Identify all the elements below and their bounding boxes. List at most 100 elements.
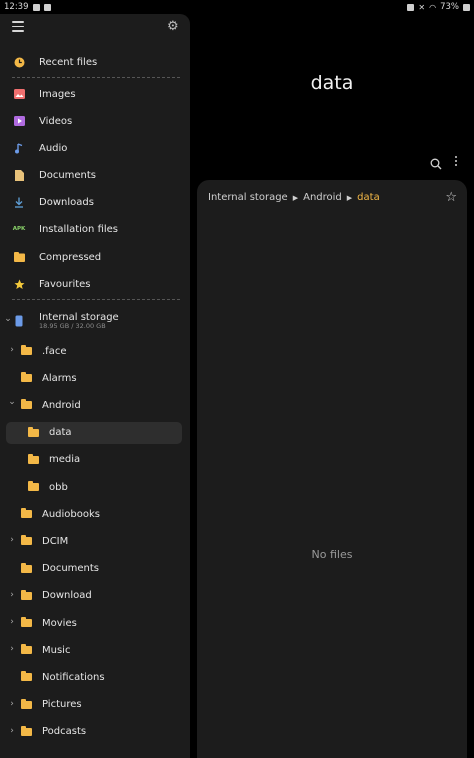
battery-icon xyxy=(463,3,470,11)
folder-label: Notifications xyxy=(42,671,105,683)
sidebar-item-recent-files[interactable]: Recent files xyxy=(6,49,182,75)
folder-icon xyxy=(21,589,32,600)
phone-storage-icon xyxy=(12,314,26,328)
apk-icon: APK xyxy=(12,226,26,232)
chevron-right-icon[interactable]: › xyxy=(7,535,17,545)
folder-tree-item[interactable]: › Download xyxy=(6,585,182,607)
folder-label: obb xyxy=(49,481,68,493)
folder-icon xyxy=(21,535,32,546)
folder-tree-item[interactable]: Alarms xyxy=(6,367,182,389)
folder-tree-item[interactable]: › Pictures xyxy=(6,694,182,716)
menu-icon[interactable] xyxy=(12,21,24,33)
sidebar-item-label: Recent files xyxy=(39,56,98,68)
folder-icon xyxy=(28,453,39,464)
folder-icon xyxy=(21,644,32,655)
folder-tree-item[interactable]: ⌄ Android xyxy=(6,394,182,416)
folder-icon xyxy=(21,725,32,736)
search-icon[interactable] xyxy=(430,155,442,170)
sidebar-item-internal-storage[interactable]: ⌄ Internal storage 18.95 GB / 32.00 GB xyxy=(3,307,182,335)
page-title: data xyxy=(310,72,354,94)
folder-tree-item[interactable]: › DCIM xyxy=(6,530,182,552)
folder-label: Pictures xyxy=(42,699,82,711)
battery-level: 73% xyxy=(440,2,459,12)
folder-tree-item[interactable]: obb xyxy=(6,476,182,498)
sidebar-item-videos[interactable]: Videos xyxy=(6,108,182,134)
folder-tree-item[interactable]: › Music xyxy=(6,639,182,661)
sidebar-item-label: Compressed xyxy=(39,251,102,263)
folder-tree-item[interactable]: Audiobooks xyxy=(6,503,182,525)
document-icon xyxy=(12,168,26,182)
more-options-icon[interactable] xyxy=(452,154,460,168)
storage-usage: 18.95 GB / 32.00 GB xyxy=(39,321,106,330)
download-icon xyxy=(12,195,26,209)
folder-tree-item[interactable]: data xyxy=(6,421,182,444)
sidebar-item-label: Audio xyxy=(39,142,68,154)
sidebar-item-label: Installation files xyxy=(39,223,119,235)
folder-tree-item[interactable]: › Movies xyxy=(6,612,182,634)
folder-icon xyxy=(28,426,39,437)
breadcrumb-separator-icon: ▶ xyxy=(346,193,353,202)
chevron-right-icon[interactable]: › xyxy=(7,699,17,709)
folder-tree-item[interactable]: › Podcasts xyxy=(6,721,182,743)
breadcrumb: Internal storage ▶ Android ▶ data xyxy=(208,192,380,203)
folder-label: Documents xyxy=(42,563,100,575)
sidebar-item-compressed[interactable]: Compressed xyxy=(6,244,182,270)
folder-label: .face xyxy=(42,345,67,357)
folder-label: media xyxy=(49,454,81,466)
sidebar-header: ⚙ xyxy=(0,14,190,42)
notification-icon xyxy=(32,3,40,11)
folder-icon xyxy=(21,671,32,682)
folder-icon xyxy=(21,372,32,383)
folder-label: Download xyxy=(42,590,92,602)
divider xyxy=(12,77,180,78)
music-note-icon xyxy=(12,141,26,155)
chevron-right-icon[interactable]: › xyxy=(7,345,17,355)
file-list-panel: Internal storage ▶ Android ▶ data ☆ No f… xyxy=(197,180,467,758)
sidebar-item-label: Favourites xyxy=(39,278,91,290)
folder-label: DCIM xyxy=(42,535,69,547)
breadcrumb-item-data[interactable]: data xyxy=(357,192,380,203)
folder-tree-item[interactable]: Documents xyxy=(6,558,182,580)
sidebar-item-documents[interactable]: Documents xyxy=(6,162,182,188)
breadcrumb-item-android[interactable]: Android xyxy=(303,192,342,203)
chevron-down-icon[interactable]: ⌄ xyxy=(7,397,17,407)
sidebar-item-audio[interactable]: Audio xyxy=(6,135,182,161)
sidebar-item-images[interactable]: Images xyxy=(6,81,182,107)
folder-icon xyxy=(21,345,32,355)
sidebar-item-favourites[interactable]: Favourites xyxy=(6,271,182,297)
folder-label: Movies xyxy=(42,617,77,629)
folder-tree-item[interactable]: Notifications xyxy=(6,666,182,688)
favourite-star-icon[interactable]: ☆ xyxy=(445,191,457,204)
folder-icon xyxy=(21,617,32,627)
chevron-right-icon[interactable]: › xyxy=(7,644,17,654)
chevron-right-icon[interactable]: › xyxy=(7,590,17,600)
gear-icon[interactable]: ⚙ xyxy=(167,20,180,33)
status-icon xyxy=(407,3,415,11)
status-time: 12:39 xyxy=(4,2,29,12)
folder-tree-item[interactable]: › .face xyxy=(6,340,182,362)
sidebar: ⚙ Recent files Images Videos Audio Documents… xyxy=(0,14,190,758)
folder-tree-item[interactable]: media xyxy=(6,449,182,471)
sidebar-item-downloads[interactable]: Downloads xyxy=(6,189,182,215)
breadcrumb-item-internal-storage[interactable]: Internal storage xyxy=(208,192,288,203)
chevron-right-icon[interactable]: › xyxy=(7,617,17,627)
folder-icon xyxy=(28,481,39,491)
sidebar-item-installation-files[interactable]: APK Installation files xyxy=(6,216,182,242)
sidebar-item-label: Images xyxy=(39,88,76,100)
star-icon xyxy=(12,277,26,291)
folder-label: Music xyxy=(42,644,71,656)
breadcrumb-separator-icon: ▶ xyxy=(292,193,299,202)
folder-icon xyxy=(21,562,32,573)
archive-icon xyxy=(12,250,26,264)
sidebar-item-label: Documents xyxy=(39,169,97,181)
image-icon xyxy=(12,87,26,101)
sidebar-item-label: Downloads xyxy=(39,196,94,208)
chevron-down-icon[interactable]: ⌄ xyxy=(3,314,13,324)
folder-label: Podcasts xyxy=(42,726,87,738)
divider xyxy=(12,299,180,300)
chevron-right-icon[interactable]: › xyxy=(7,726,17,736)
mute-icon: ✕ xyxy=(418,2,426,12)
folder-label: Android xyxy=(42,399,81,411)
sidebar-item-label: Videos xyxy=(39,115,73,127)
folder-label: Alarms xyxy=(42,372,77,384)
